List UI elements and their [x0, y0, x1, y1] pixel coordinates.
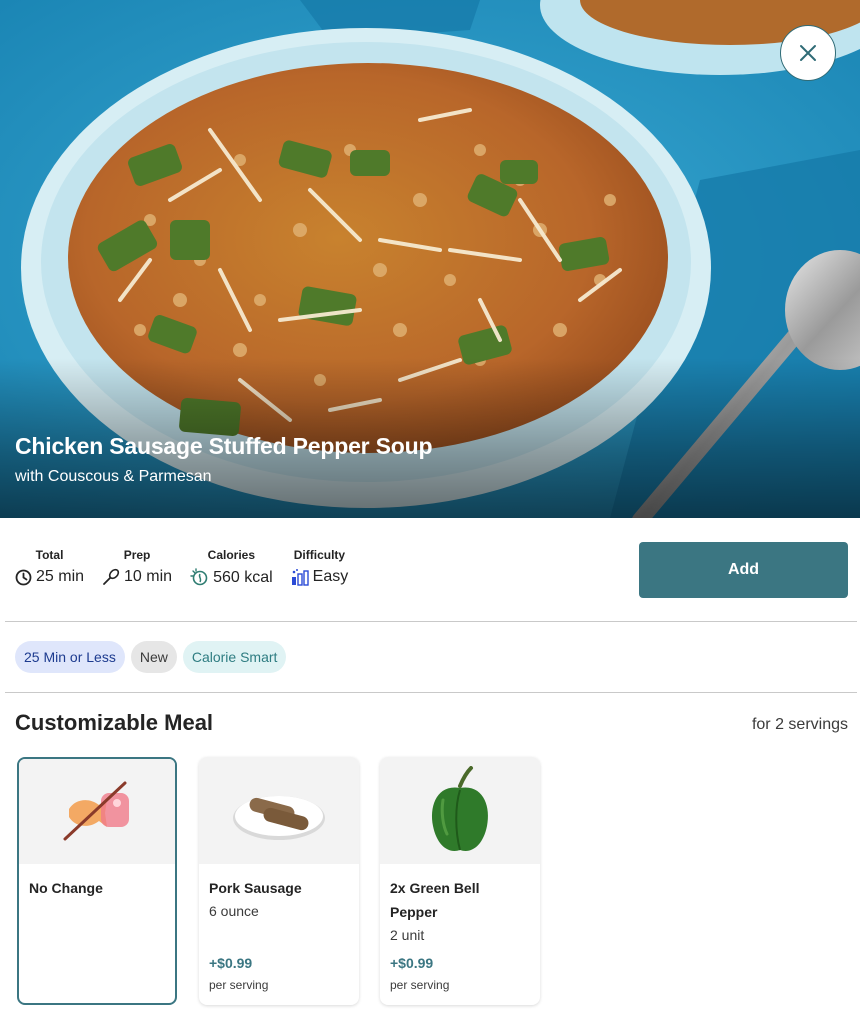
stat-value: 10 min — [124, 568, 173, 585]
option-image — [19, 759, 175, 864]
close-button[interactable] — [780, 25, 836, 81]
tag-25-min[interactable]: 25 Min or Less — [15, 641, 125, 673]
option-image — [380, 757, 540, 864]
option-card-green-bell-pepper[interactable]: 2x Green Bell Pepper 2 unit +$0.99 per s… — [380, 757, 540, 1005]
option-quantity: 6 ounce — [209, 903, 259, 919]
hero-image: Chicken Sausage Stuffed Pepper Soup with… — [0, 0, 860, 518]
whisk-icon — [103, 568, 120, 585]
stat-prep-time: Prep 10 min — [102, 548, 172, 587]
tag-new[interactable]: New — [130, 641, 177, 673]
divider — [5, 692, 857, 693]
add-button[interactable]: Add — [639, 542, 848, 598]
sausage-icon — [233, 795, 325, 840]
recipe-stats: Total 25 min Prep 10 min Calories 560 kc… — [15, 548, 348, 587]
stat-value: Easy — [312, 568, 349, 585]
option-name: 2x Green Bell Pepper — [390, 880, 480, 920]
stat-difficulty: Difficulty Easy — [291, 548, 349, 587]
no-change-icon — [63, 781, 129, 840]
option-name: Pork Sausage — [209, 880, 302, 896]
tag-calorie-smart[interactable]: Calorie Smart — [182, 641, 287, 673]
green-pepper-icon — [432, 765, 488, 851]
difficulty-bars-icon — [291, 569, 309, 586]
clock-icon — [15, 569, 32, 585]
stat-label: Calories — [207, 548, 256, 562]
stat-label: Total — [35, 548, 64, 562]
option-price: +$0.99 — [209, 955, 253, 971]
option-card-pork-sausage[interactable]: Pork Sausage 6 ounce +$0.99 per serving — [199, 757, 359, 1005]
divider — [5, 621, 857, 622]
stat-label: Prep — [123, 548, 151, 562]
calories-icon — [190, 568, 208, 586]
close-icon — [800, 45, 816, 61]
servings-label: for 2 servings — [751, 716, 848, 733]
option-quantity: 2 unit — [390, 927, 425, 943]
stat-total-time: Total 25 min — [15, 548, 84, 587]
stat-value: 560 kcal — [213, 568, 273, 586]
option-price: +$0.99 — [390, 955, 434, 971]
stat-value: 25 min — [36, 568, 85, 585]
option-name: No Change — [29, 880, 103, 896]
option-card-no-change[interactable]: No Change — [17, 757, 177, 1005]
stat-label: Difficulty — [293, 548, 346, 562]
option-image — [199, 757, 359, 864]
stat-calories: Calories 560 kcal — [190, 548, 273, 587]
recipe-title: Chicken Sausage Stuffed Pepper Soup — [15, 433, 433, 459]
option-price-unit: per serving — [209, 978, 269, 992]
recipe-tags: 25 Min or Less New Calorie Smart — [15, 641, 287, 673]
option-price-unit: per serving — [390, 978, 450, 992]
customize-title: Customizable Meal — [15, 710, 214, 735]
recipe-subtitle: with Couscous & Parmesan — [15, 468, 212, 485]
